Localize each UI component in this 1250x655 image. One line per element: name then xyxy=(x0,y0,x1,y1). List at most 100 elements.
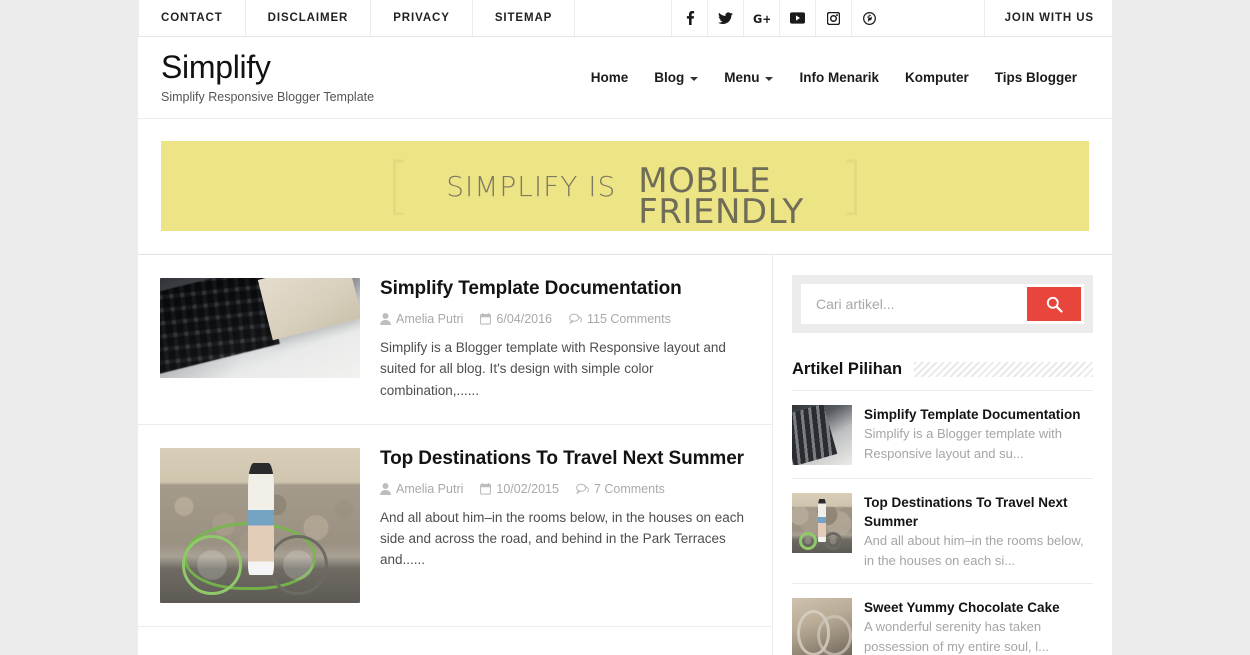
comment-icon xyxy=(569,314,582,325)
post-date-label: 6/04/2016 xyxy=(496,312,552,327)
nav-label-tips-blogger: Tips Blogger xyxy=(994,70,1077,85)
branding: Simplify Simplify Responsive Blogger Tem… xyxy=(161,51,374,104)
calendar-icon xyxy=(480,482,492,495)
hatch-decoration xyxy=(914,362,1093,377)
rider-shape xyxy=(818,499,827,543)
widget-header: Artikel Pilihan xyxy=(792,360,1093,391)
nav-label-komputer: Komputer xyxy=(904,70,969,85)
topnav-item-contact[interactable]: CONTACT xyxy=(138,0,246,36)
banner-zone: [ SIMPLIFY IS MOBILE FRIENDLY ] xyxy=(138,119,1112,255)
page-wrapper: CONTACT DISCLAIMER PRIVACY SITEMAP G+ JO… xyxy=(138,0,1112,655)
comment-icon xyxy=(575,483,589,495)
search-widget xyxy=(792,275,1093,333)
user-icon xyxy=(380,313,391,326)
post-thumbnail[interactable] xyxy=(160,447,360,603)
post-item: Simplify Template Documentation Amelia P… xyxy=(138,255,772,425)
main-nav: Home Blog Menu Info Menarik Komputer Tip… xyxy=(578,70,1090,85)
post-meta: Amelia Putri 10/02/2015 7 Comments xyxy=(380,482,753,496)
user-icon xyxy=(380,482,391,495)
nav-item-komputer[interactable]: Komputer xyxy=(892,70,982,85)
laptop-photo xyxy=(160,278,360,378)
post-comments[interactable]: 115 Comments xyxy=(569,312,671,326)
nav-item-tips-blogger[interactable]: Tips Blogger xyxy=(982,70,1090,85)
promo-banner[interactable]: [ SIMPLIFY IS MOBILE FRIENDLY ] xyxy=(161,141,1089,231)
cake-photo xyxy=(792,598,852,655)
top-bar: CONTACT DISCLAIMER PRIVACY SITEMAP G+ JO… xyxy=(138,0,1112,37)
nav-item-info-menarik[interactable]: Info Menarik xyxy=(786,70,892,85)
post-date[interactable]: 10/02/2015 xyxy=(480,482,559,496)
nav-label-menu: Menu xyxy=(724,70,760,85)
post-comments-label: 115 Comments xyxy=(587,312,671,327)
post-author[interactable]: Amelia Putri xyxy=(380,312,463,326)
search-icon xyxy=(1046,296,1063,313)
sidebar: Artikel Pilihan Simplify Template Docume… xyxy=(773,255,1112,655)
social-links: G+ xyxy=(671,0,887,36)
banner-text-stack: MOBILE FRIENDLY xyxy=(638,164,804,231)
banner-text-primary: SIMPLIFY IS xyxy=(446,169,617,203)
list-item: Simplify Template Documentation Simplify… xyxy=(792,391,1093,479)
post-comments-label: 7 Comments xyxy=(593,481,665,496)
topnav-label-contact: CONTACT xyxy=(161,12,223,24)
site-tagline: Simplify Responsive Blogger Template xyxy=(161,89,375,104)
widget-title: Artikel Pilihan xyxy=(792,360,903,378)
facebook-icon[interactable] xyxy=(671,0,707,36)
list-item: Sweet Yummy Chocolate Cake A wonderful s… xyxy=(792,584,1093,655)
post-excerpt: And all about him–in the rooms below, in… xyxy=(380,509,744,568)
banner-bracket-left: [ xyxy=(386,149,411,223)
banner-bracket-right: ] xyxy=(839,149,864,223)
list-item: Top Destinations To Travel Next Summer A… xyxy=(792,479,1093,585)
topnav-label-privacy: PRIVACY xyxy=(393,12,450,24)
post-item: Top Destinations To Travel Next Summer A… xyxy=(138,425,772,627)
google-plus-icon[interactable]: G+ xyxy=(743,0,779,36)
post-author-label: Amelia Putri xyxy=(396,312,464,327)
chevron-down-icon xyxy=(690,76,699,81)
nav-label-info-menarik: Info Menarik xyxy=(799,70,879,85)
topnav-item-privacy[interactable]: PRIVACY xyxy=(371,0,473,36)
topnav-label-sitemap: SITEMAP xyxy=(494,12,553,24)
top-nav: CONTACT DISCLAIMER PRIVACY SITEMAP xyxy=(138,0,576,36)
post-comments[interactable]: 7 Comments xyxy=(575,481,665,496)
bicycle-wheel-shape xyxy=(182,534,242,595)
youtube-icon[interactable] xyxy=(779,0,815,36)
topnav-item-disclaimer[interactable]: DISCLAIMER xyxy=(246,0,372,36)
post-title[interactable]: Simplify Template Documentation xyxy=(380,278,753,300)
topnav-item-sitemap[interactable]: SITEMAP xyxy=(473,0,576,36)
post-date-label: 10/02/2015 xyxy=(496,481,559,496)
sidebar-thumbnail[interactable] xyxy=(792,405,852,465)
bicycle-photo xyxy=(792,493,852,553)
laptop-photo xyxy=(792,405,852,465)
post-thumbnail[interactable] xyxy=(160,278,360,378)
search-input[interactable] xyxy=(804,287,1027,321)
bicycle-wheel-shape xyxy=(798,532,817,550)
sidebar-thumbnail[interactable] xyxy=(792,598,852,655)
instagram-icon[interactable] xyxy=(815,0,851,36)
post-body: Simplify Template Documentation Amelia P… xyxy=(380,278,753,401)
topnav-label-disclaimer: DISCLAIMER xyxy=(267,12,349,24)
join-with-us-label: JOIN WITH US xyxy=(1004,12,1094,24)
site-title[interactable]: Simplify xyxy=(161,51,374,85)
nav-label-home: Home xyxy=(590,70,629,85)
post-body: Top Destinations To Travel Next Summer A… xyxy=(380,448,753,603)
bicycle-photo xyxy=(160,447,360,603)
calendar-icon xyxy=(480,313,492,325)
content-area: Simplify Template Documentation Amelia P… xyxy=(138,255,1112,655)
post-list: Simplify Template Documentation Amelia P… xyxy=(138,255,773,655)
post-title[interactable]: Top Destinations To Travel Next Summer xyxy=(380,448,753,470)
join-with-us-button[interactable]: JOIN WITH US xyxy=(983,0,1112,36)
search-button[interactable] xyxy=(1027,287,1081,321)
banner-content: [ SIMPLIFY IS MOBILE FRIENDLY ] xyxy=(161,141,1089,231)
post-excerpt: Simplify is a Blogger template with Resp… xyxy=(380,340,726,398)
post-meta: Amelia Putri 6/04/2016 115 Comments xyxy=(380,312,753,326)
sidebar-thumbnail[interactable] xyxy=(792,493,852,553)
nav-item-home[interactable]: Home xyxy=(578,70,642,85)
site-header: Simplify Simplify Responsive Blogger Tem… xyxy=(138,37,1112,119)
twitter-icon[interactable] xyxy=(707,0,743,36)
post-author-label: Amelia Putri xyxy=(396,481,464,496)
search-box xyxy=(801,284,1084,324)
post-date[interactable]: 6/04/2016 xyxy=(480,312,552,326)
nav-item-blog[interactable]: Blog xyxy=(641,70,711,85)
post-author[interactable]: Amelia Putri xyxy=(380,482,463,496)
banner-text-tertiary: FRIENDLY xyxy=(638,192,804,231)
nav-item-menu[interactable]: Menu xyxy=(711,70,786,85)
pinterest-icon[interactable] xyxy=(851,0,887,36)
